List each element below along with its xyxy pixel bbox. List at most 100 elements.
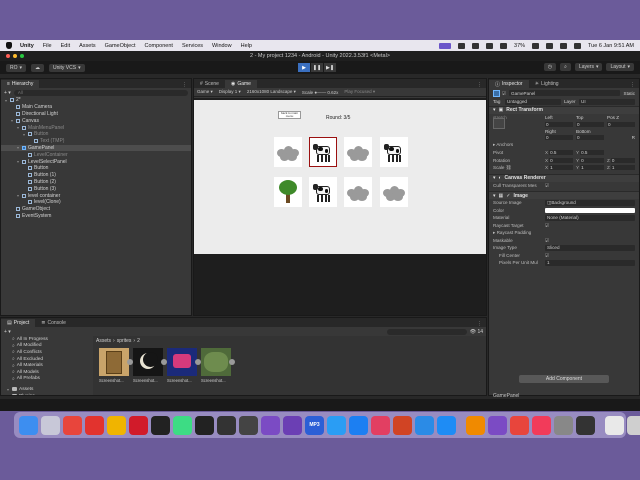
game-screen[interactable]: back to main menu Round: 3/5 xyxy=(194,100,486,254)
hierarchy-item[interactable]: ▾ level container xyxy=(1,192,191,199)
link-icon[interactable]: ⛓ xyxy=(506,165,512,170)
active-checkbox[interactable]: ✓ xyxy=(502,91,506,96)
visual-studio-icon[interactable] xyxy=(261,415,280,435)
terminal-icon[interactable] xyxy=(151,415,170,435)
panel-menu-icon[interactable]: ⋮ xyxy=(182,82,191,88)
app-store-icon[interactable] xyxy=(437,415,456,435)
tab-game[interactable]: ◉ Game xyxy=(224,80,257,88)
favorite-item[interactable]: ⌕ All In Progress xyxy=(1,336,91,343)
hierarchy-item[interactable]: Directional Light xyxy=(1,111,191,118)
hierarchy-item[interactable]: Button (3) xyxy=(1,185,191,192)
fill-center-checkbox[interactable]: ✓ xyxy=(545,253,549,258)
rotation-x-field[interactable]: 0 xyxy=(549,157,573,163)
favorite-item[interactable]: ⌕ All Modified xyxy=(1,343,91,350)
tray-app-icon[interactable] xyxy=(458,42,466,49)
menu-gameobject[interactable]: GameObject xyxy=(105,43,136,49)
game-mode-dropdown[interactable]: Game ▾ xyxy=(197,89,213,95)
rotation-z-field[interactable]: 0 xyxy=(610,157,635,163)
source-image-field[interactable]: ◫ Background xyxy=(545,200,635,206)
launchpad-icon[interactable] xyxy=(41,415,60,435)
visual-studio-icon[interactable] xyxy=(488,415,507,435)
vscode-icon[interactable] xyxy=(415,415,434,435)
xcode-icon[interactable] xyxy=(349,415,368,435)
document-icon[interactable] xyxy=(605,415,624,435)
right-field[interactable]: 0 xyxy=(545,135,573,141)
left-field[interactable]: 0 xyxy=(545,121,573,127)
static-toggle[interactable]: Static xyxy=(624,91,636,96)
cloud-icon[interactable]: ☁ xyxy=(31,63,45,72)
memory-card[interactable] xyxy=(309,137,337,167)
visual-studio-icon[interactable] xyxy=(283,415,302,435)
asset-thumbnail[interactable]: Screenshot... xyxy=(201,348,235,383)
music-icon[interactable] xyxy=(532,415,551,435)
color-swatch[interactable] xyxy=(545,207,635,213)
image-enabled-checkbox[interactable]: ✓ xyxy=(506,193,510,199)
back-to-menu-button[interactable]: back to main menu xyxy=(278,111,301,119)
tab-inspector[interactable]: ⓘ Inspector xyxy=(489,80,529,88)
rider-icon[interactable] xyxy=(371,415,390,435)
menu-app-unity[interactable]: Unity xyxy=(20,43,34,49)
pause-button[interactable]: ❚❚ xyxy=(311,63,323,72)
play-focused-dropdown[interactable]: Play Focused ▾ xyxy=(344,89,375,95)
scale-x-field[interactable]: 1 xyxy=(549,165,573,171)
trash-icon[interactable] xyxy=(627,415,640,435)
play-button[interactable]: ▶ xyxy=(298,63,310,72)
hierarchy-item[interactable]: ▾ 2* xyxy=(1,97,191,104)
tray-app-icon[interactable] xyxy=(500,42,508,49)
add-icon[interactable]: + ▾ xyxy=(4,329,11,335)
layer-dropdown[interactable]: UI xyxy=(579,99,635,105)
layers-dropdown[interactable]: Layers ▾ xyxy=(574,63,603,71)
hierarchy-item[interactable]: level(Clone) xyxy=(1,199,191,206)
hierarchy-item[interactable]: Text (TMP) xyxy=(1,138,191,145)
unity-icon[interactable] xyxy=(217,415,236,435)
canvas-renderer-header[interactable]: ▾ ◐ Canvas Renderer xyxy=(489,173,639,182)
hierarchy-item[interactable]: ▾ Canvas xyxy=(1,117,191,124)
memory-card[interactable] xyxy=(309,177,337,207)
image-type-dropdown[interactable]: Sliced xyxy=(545,245,635,251)
tab-lighting[interactable]: ☀ Lighting xyxy=(529,80,565,88)
cull-checkbox[interactable]: ✓ xyxy=(545,183,549,188)
memory-card[interactable] xyxy=(344,177,372,207)
vcs-dropdown[interactable]: Unity VCS ▾ xyxy=(49,63,85,72)
memory-card[interactable] xyxy=(344,137,372,167)
top-field[interactable]: 0 xyxy=(576,121,604,127)
raycast-padding-foldout[interactable]: ▸ Raycast Padding xyxy=(493,230,545,236)
menu-file[interactable]: File xyxy=(43,43,52,49)
tag-dropdown[interactable]: Untagged xyxy=(505,99,561,105)
raycast-target-checkbox[interactable]: ✓ xyxy=(545,223,549,228)
image-component-header[interactable]: ▾ ▦ ✓ Image xyxy=(489,191,639,199)
rect-transform-header[interactable]: ▾ ▣ Rect Transform xyxy=(489,105,639,114)
chrome-icon[interactable] xyxy=(107,415,126,435)
material-field[interactable]: None (Material) xyxy=(545,215,635,221)
scale-z-field[interactable]: 1 xyxy=(610,165,635,171)
memory-card[interactable] xyxy=(380,137,408,167)
asset-thumbnail[interactable]: Screenshot... xyxy=(133,348,167,383)
vlc-icon[interactable] xyxy=(466,415,485,435)
menu-help[interactable]: Help xyxy=(241,43,252,49)
layout-dropdown[interactable]: Layout ▾ xyxy=(606,63,634,71)
unity-hub-icon[interactable] xyxy=(195,415,214,435)
mp3-icon[interactable]: MP3 xyxy=(305,415,324,435)
chrome-icon[interactable] xyxy=(63,415,82,435)
hierarchy-item[interactable]: Button (1) xyxy=(1,172,191,179)
menu-assets[interactable]: Assets xyxy=(79,43,96,49)
favorite-item[interactable]: ⌕ All Conflicts xyxy=(1,349,91,356)
hierarchy-item[interactable]: ▾ LevelSelectPanel xyxy=(1,158,191,165)
tab-console[interactable]: ≣ Console xyxy=(35,319,72,327)
breadcrumb-2[interactable]: 2 xyxy=(137,338,140,344)
tab-scene[interactable]: # Scene xyxy=(194,80,225,88)
unity-icon[interactable] xyxy=(239,415,258,435)
menu-services[interactable]: Services xyxy=(182,43,203,49)
breadcrumb-assets[interactable]: Assets xyxy=(96,338,111,344)
pivot-y-field[interactable]: 0.5 xyxy=(580,150,604,156)
battery-icon[interactable] xyxy=(532,42,540,49)
control-center-icon[interactable] xyxy=(574,42,582,49)
chrome-icon[interactable] xyxy=(510,415,529,435)
rotation-y-field[interactable]: 0 xyxy=(580,157,604,163)
favorite-item[interactable]: ⌕ All Excluded xyxy=(1,356,91,363)
panel-menu-icon[interactable]: ⋮ xyxy=(477,82,486,88)
close-window-icon[interactable] xyxy=(6,54,10,58)
add-icon[interactable]: + ▾ xyxy=(4,90,11,96)
game-viewport[interactable]: back to main menu Round: 3/5 xyxy=(194,98,486,315)
apple-icon[interactable] xyxy=(6,42,12,49)
